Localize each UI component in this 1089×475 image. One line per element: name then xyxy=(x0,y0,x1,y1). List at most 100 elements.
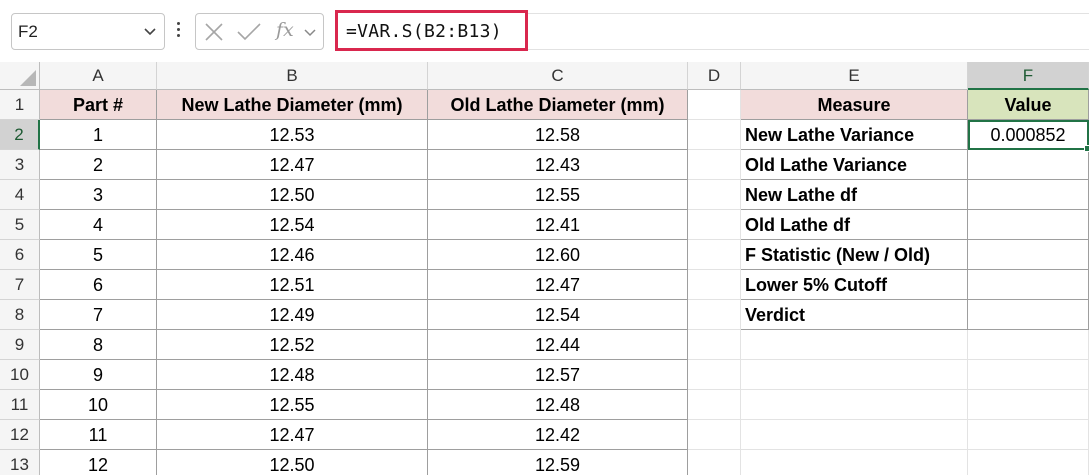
cell[interactable] xyxy=(741,390,968,420)
active-cell-f2[interactable]: 0.000852 xyxy=(968,120,1089,150)
table-cell[interactable]: 11 xyxy=(40,420,157,450)
cell[interactable] xyxy=(968,390,1089,420)
cell[interactable] xyxy=(688,270,741,300)
table-cell[interactable]: 12.47 xyxy=(157,420,428,450)
cell[interactable] xyxy=(741,330,968,360)
chevron-down-icon[interactable] xyxy=(304,28,316,38)
cell[interactable] xyxy=(688,210,741,240)
table-cell[interactable]: 12.57 xyxy=(428,360,688,390)
enter-icon[interactable] xyxy=(236,22,262,42)
cell[interactable] xyxy=(688,390,741,420)
summary-value-cell[interactable] xyxy=(968,180,1089,210)
row-header-1[interactable]: 1 xyxy=(0,90,40,120)
cell[interactable] xyxy=(688,300,741,330)
summary-header-value[interactable]: Value xyxy=(968,90,1089,120)
cell[interactable] xyxy=(741,420,968,450)
table-cell[interactable]: 5 xyxy=(40,240,157,270)
summary-value-cell[interactable] xyxy=(968,150,1089,180)
column-header-e[interactable]: E xyxy=(741,62,968,90)
table-cell[interactable]: 12.49 xyxy=(157,300,428,330)
formula-input[interactable]: =VAR.S(B2:B13) xyxy=(335,10,528,51)
table-cell[interactable]: 12.58 xyxy=(428,120,688,150)
row-header-9[interactable]: 9 xyxy=(0,330,40,360)
chevron-down-icon[interactable] xyxy=(144,27,156,37)
cell[interactable] xyxy=(688,330,741,360)
table-cell[interactable]: 1 xyxy=(40,120,157,150)
table-header-cell[interactable]: New Lathe Diameter (mm) xyxy=(157,90,428,120)
cell[interactable] xyxy=(741,450,968,475)
column-header-c[interactable]: C xyxy=(428,62,688,90)
table-cell[interactable]: 12.41 xyxy=(428,210,688,240)
table-cell[interactable]: 7 xyxy=(40,300,157,330)
row-header-6[interactable]: 6 xyxy=(0,240,40,270)
table-cell[interactable]: 12.48 xyxy=(157,360,428,390)
column-header-f[interactable]: F xyxy=(968,62,1089,90)
table-cell[interactable]: 12.55 xyxy=(157,390,428,420)
formula-input-area[interactable] xyxy=(528,13,1089,50)
cell[interactable] xyxy=(968,420,1089,450)
table-cell[interactable]: 6 xyxy=(40,270,157,300)
table-cell[interactable]: 12.51 xyxy=(157,270,428,300)
cell[interactable] xyxy=(688,180,741,210)
row-header-12[interactable]: 12 xyxy=(0,420,40,450)
fill-handle[interactable] xyxy=(1084,145,1089,152)
summary-value-cell[interactable] xyxy=(968,210,1089,240)
cell[interactable] xyxy=(688,90,741,120)
summary-measure-cell[interactable]: Lower 5% Cutoff xyxy=(741,270,968,300)
summary-measure-cell[interactable]: Old Lathe df xyxy=(741,210,968,240)
summary-measure-cell[interactable]: Verdict xyxy=(741,300,968,330)
table-cell[interactable]: 12.48 xyxy=(428,390,688,420)
column-header-a[interactable]: A xyxy=(40,62,157,90)
row-header-4[interactable]: 4 xyxy=(0,180,40,210)
summary-header-measure[interactable]: Measure xyxy=(741,90,968,120)
cancel-icon[interactable] xyxy=(203,22,225,42)
summary-measure-cell[interactable]: F Statistic (New / Old) xyxy=(741,240,968,270)
table-cell[interactable]: 10 xyxy=(40,390,157,420)
table-cell[interactable]: 12.42 xyxy=(428,420,688,450)
table-cell[interactable]: 8 xyxy=(40,330,157,360)
select-all-corner[interactable] xyxy=(0,62,40,90)
row-header-8[interactable]: 8 xyxy=(0,300,40,330)
cell[interactable] xyxy=(968,360,1089,390)
table-cell[interactable]: 12.43 xyxy=(428,150,688,180)
table-cell[interactable]: 12.50 xyxy=(157,450,428,475)
table-cell[interactable]: 12 xyxy=(40,450,157,475)
cell[interactable] xyxy=(688,240,741,270)
row-header-7[interactable]: 7 xyxy=(0,270,40,300)
table-cell[interactable]: 12.47 xyxy=(157,150,428,180)
cell[interactable] xyxy=(968,330,1089,360)
cell[interactable] xyxy=(968,450,1089,475)
table-header-cell[interactable]: Old Lathe Diameter (mm) xyxy=(428,90,688,120)
cell[interactable] xyxy=(688,450,741,475)
column-header-d[interactable]: D xyxy=(688,62,741,90)
table-cell[interactable]: 12.52 xyxy=(157,330,428,360)
table-cell[interactable]: 12.47 xyxy=(428,270,688,300)
cell[interactable] xyxy=(688,120,741,150)
table-header-cell[interactable]: Part # xyxy=(40,90,157,120)
summary-value-cell[interactable] xyxy=(968,270,1089,300)
cell[interactable] xyxy=(688,420,741,450)
summary-measure-cell[interactable]: New Lathe Variance xyxy=(741,120,968,150)
row-header-13[interactable]: 13 xyxy=(0,450,40,475)
table-cell[interactable]: 12.50 xyxy=(157,180,428,210)
table-cell[interactable]: 12.54 xyxy=(157,210,428,240)
table-cell[interactable]: 9 xyxy=(40,360,157,390)
table-cell[interactable]: 12.55 xyxy=(428,180,688,210)
row-header-10[interactable]: 10 xyxy=(0,360,40,390)
table-cell[interactable]: 12.44 xyxy=(428,330,688,360)
more-options-icon[interactable] xyxy=(174,20,182,42)
table-cell[interactable]: 12.46 xyxy=(157,240,428,270)
row-header-3[interactable]: 3 xyxy=(0,150,40,180)
table-cell[interactable]: 12.54 xyxy=(428,300,688,330)
table-cell[interactable]: 12.59 xyxy=(428,450,688,475)
cell[interactable] xyxy=(741,360,968,390)
table-cell[interactable]: 2 xyxy=(40,150,157,180)
summary-value-cell[interactable] xyxy=(968,300,1089,330)
row-header-11[interactable]: 11 xyxy=(0,390,40,420)
row-header-5[interactable]: 5 xyxy=(0,210,40,240)
table-cell[interactable]: 12.53 xyxy=(157,120,428,150)
summary-measure-cell[interactable]: New Lathe df xyxy=(741,180,968,210)
summary-measure-cell[interactable]: Old Lathe Variance xyxy=(741,150,968,180)
name-box[interactable]: F2 xyxy=(11,13,165,50)
cell[interactable] xyxy=(688,360,741,390)
